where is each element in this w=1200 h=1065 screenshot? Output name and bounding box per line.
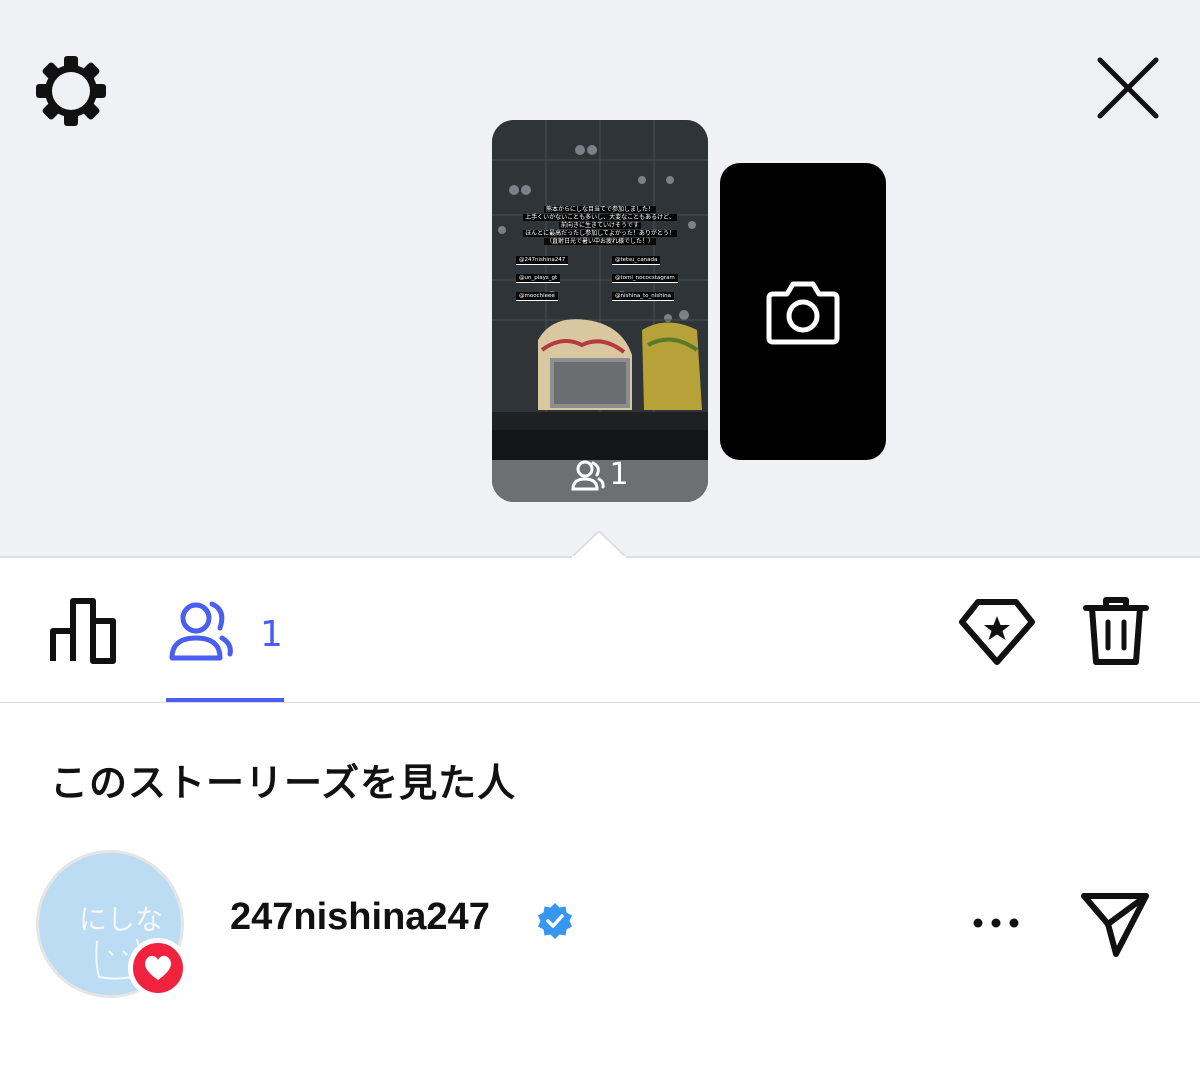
story-viewer-count-value: 1 [609, 457, 629, 492]
people-icon [571, 460, 606, 490]
send-icon[interactable] [1078, 890, 1152, 960]
viewers-count: 1 [260, 614, 283, 655]
selection-pointer [572, 531, 626, 558]
heart-icon [145, 955, 171, 980]
story-viewer-count: 1 [492, 457, 708, 492]
viewer-username[interactable]: 247nishina247 [230, 896, 490, 939]
story-thumbnail[interactable]: 熊本からにしな目当てで参加しました！ 上手くいかないことも多いし、大変なこともあ… [492, 120, 708, 502]
highlight-diamond-icon[interactable] [958, 596, 1036, 666]
mention-tag: @un_plays_gt [516, 274, 561, 283]
bar-chart-icon[interactable] [48, 596, 118, 666]
concert-stage-photo [492, 120, 708, 502]
camera-icon [766, 281, 840, 344]
people-icon [169, 601, 233, 661]
avatar-text: にしな [79, 903, 163, 936]
close-icon[interactable] [1094, 54, 1162, 122]
add-story-card[interactable] [720, 163, 886, 460]
mention-tag: @nishina_to_nishina [612, 292, 675, 301]
mention-tag: @tomi_nococstagram [612, 274, 678, 283]
tab-viewers[interactable]: 1 [166, 594, 284, 664]
story-preview-area: 熊本からにしな目当てで参加しました！ 上手くいかないことも多いし、大変なこともあ… [0, 0, 1200, 558]
verified-badge-icon [538, 903, 572, 939]
story-tabbar: 1 [0, 558, 1200, 703]
more-icon[interactable] [968, 906, 1024, 940]
story-caption: 熊本からにしな目当てで参加しました！ 上手くいかないことも多いし、大変なこともあ… [523, 206, 677, 245]
viewer-list-item[interactable]: にしな 247nishina247 [0, 840, 1200, 1010]
trash-icon[interactable] [1082, 594, 1150, 668]
active-tab-indicator [166, 698, 284, 702]
viewers-section-title: このストーリーズを見た人 [50, 761, 517, 805]
gear-icon[interactable] [34, 54, 108, 128]
mention-tag: @tetsu_canada [612, 256, 661, 265]
mention-tag: @247nishina247 [516, 256, 569, 265]
mention-tag: @moochieee [516, 292, 558, 301]
like-badge [128, 938, 188, 998]
